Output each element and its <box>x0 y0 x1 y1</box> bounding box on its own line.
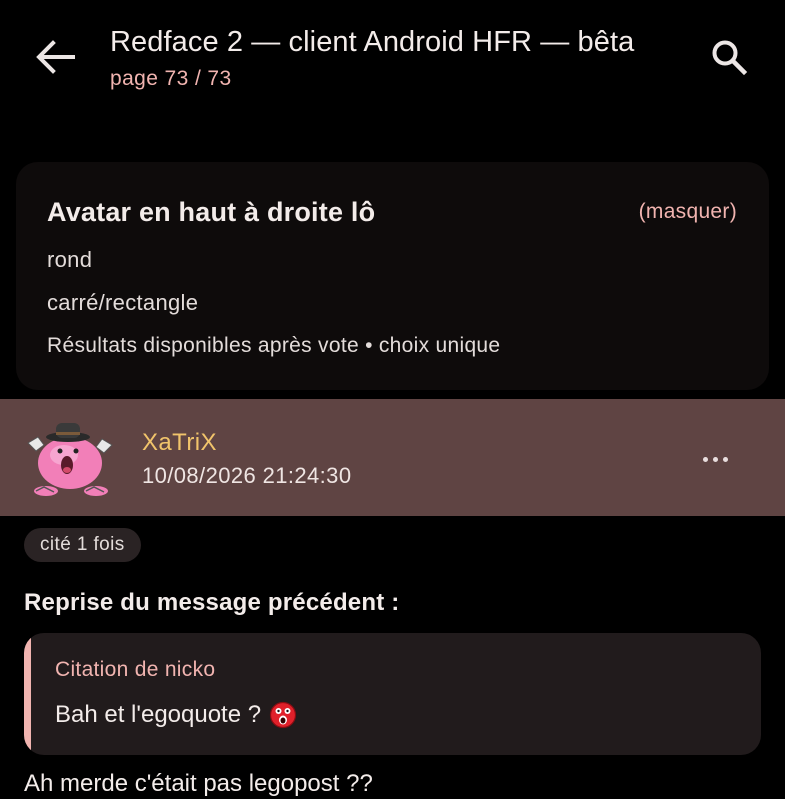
more-horizontal-icon <box>722 456 728 462</box>
title-block: Redface 2 — client Android HFR — bêta pa… <box>110 26 634 91</box>
arrow-left-icon <box>36 40 75 74</box>
more-horizontal-icon <box>712 456 718 462</box>
shocked-smiley-icon <box>269 701 297 729</box>
reprise-label: Reprise du message précédent : <box>24 589 400 616</box>
post-header: XaTriX 10/08/2026 21:24:30 <box>0 399 785 516</box>
quote-text: Bah et l'egoquote ? <box>55 701 262 728</box>
poll-footer: Résultats disponibles après vote • choix… <box>47 334 501 357</box>
search-button[interactable] <box>706 34 752 80</box>
post-body: Ah merde c'était pas legopost ?? <box>24 770 373 797</box>
poll-option-square[interactable]: carré/rectangle <box>47 290 198 316</box>
back-button[interactable] <box>30 34 80 80</box>
quote-text-row: Bah et l'egoquote ? <box>55 701 297 729</box>
poll-card: Avatar en haut à droite lô (masquer) ron… <box>16 162 769 390</box>
poll-question: Avatar en haut à droite lô <box>47 197 376 227</box>
search-icon <box>712 40 748 76</box>
app-bar: Redface 2 — client Android HFR — bêta pa… <box>0 0 785 140</box>
quote-accent-bar <box>24 633 31 755</box>
post-date: 10/08/2026 21:24:30 <box>142 463 352 488</box>
avatar[interactable] <box>24 415 116 499</box>
post-author[interactable]: XaTriX <box>142 429 217 457</box>
topic-title: Redface 2 — client Android HFR — bêta <box>110 26 635 58</box>
post-menu-button[interactable] <box>694 443 736 475</box>
more-horizontal-icon <box>702 456 708 462</box>
page-indicator: page 73 / 73 <box>110 67 232 90</box>
avatar-image <box>27 423 113 496</box>
poll-hide-link[interactable]: (masquer) <box>639 200 737 224</box>
quote-author[interactable]: Citation de nicko <box>55 658 215 682</box>
poll-option-round[interactable]: rond <box>47 247 92 273</box>
cited-count-chip[interactable]: cité 1 fois <box>24 528 141 562</box>
quote-block: Citation de nicko Bah et l'egoquote ? <box>24 633 761 755</box>
